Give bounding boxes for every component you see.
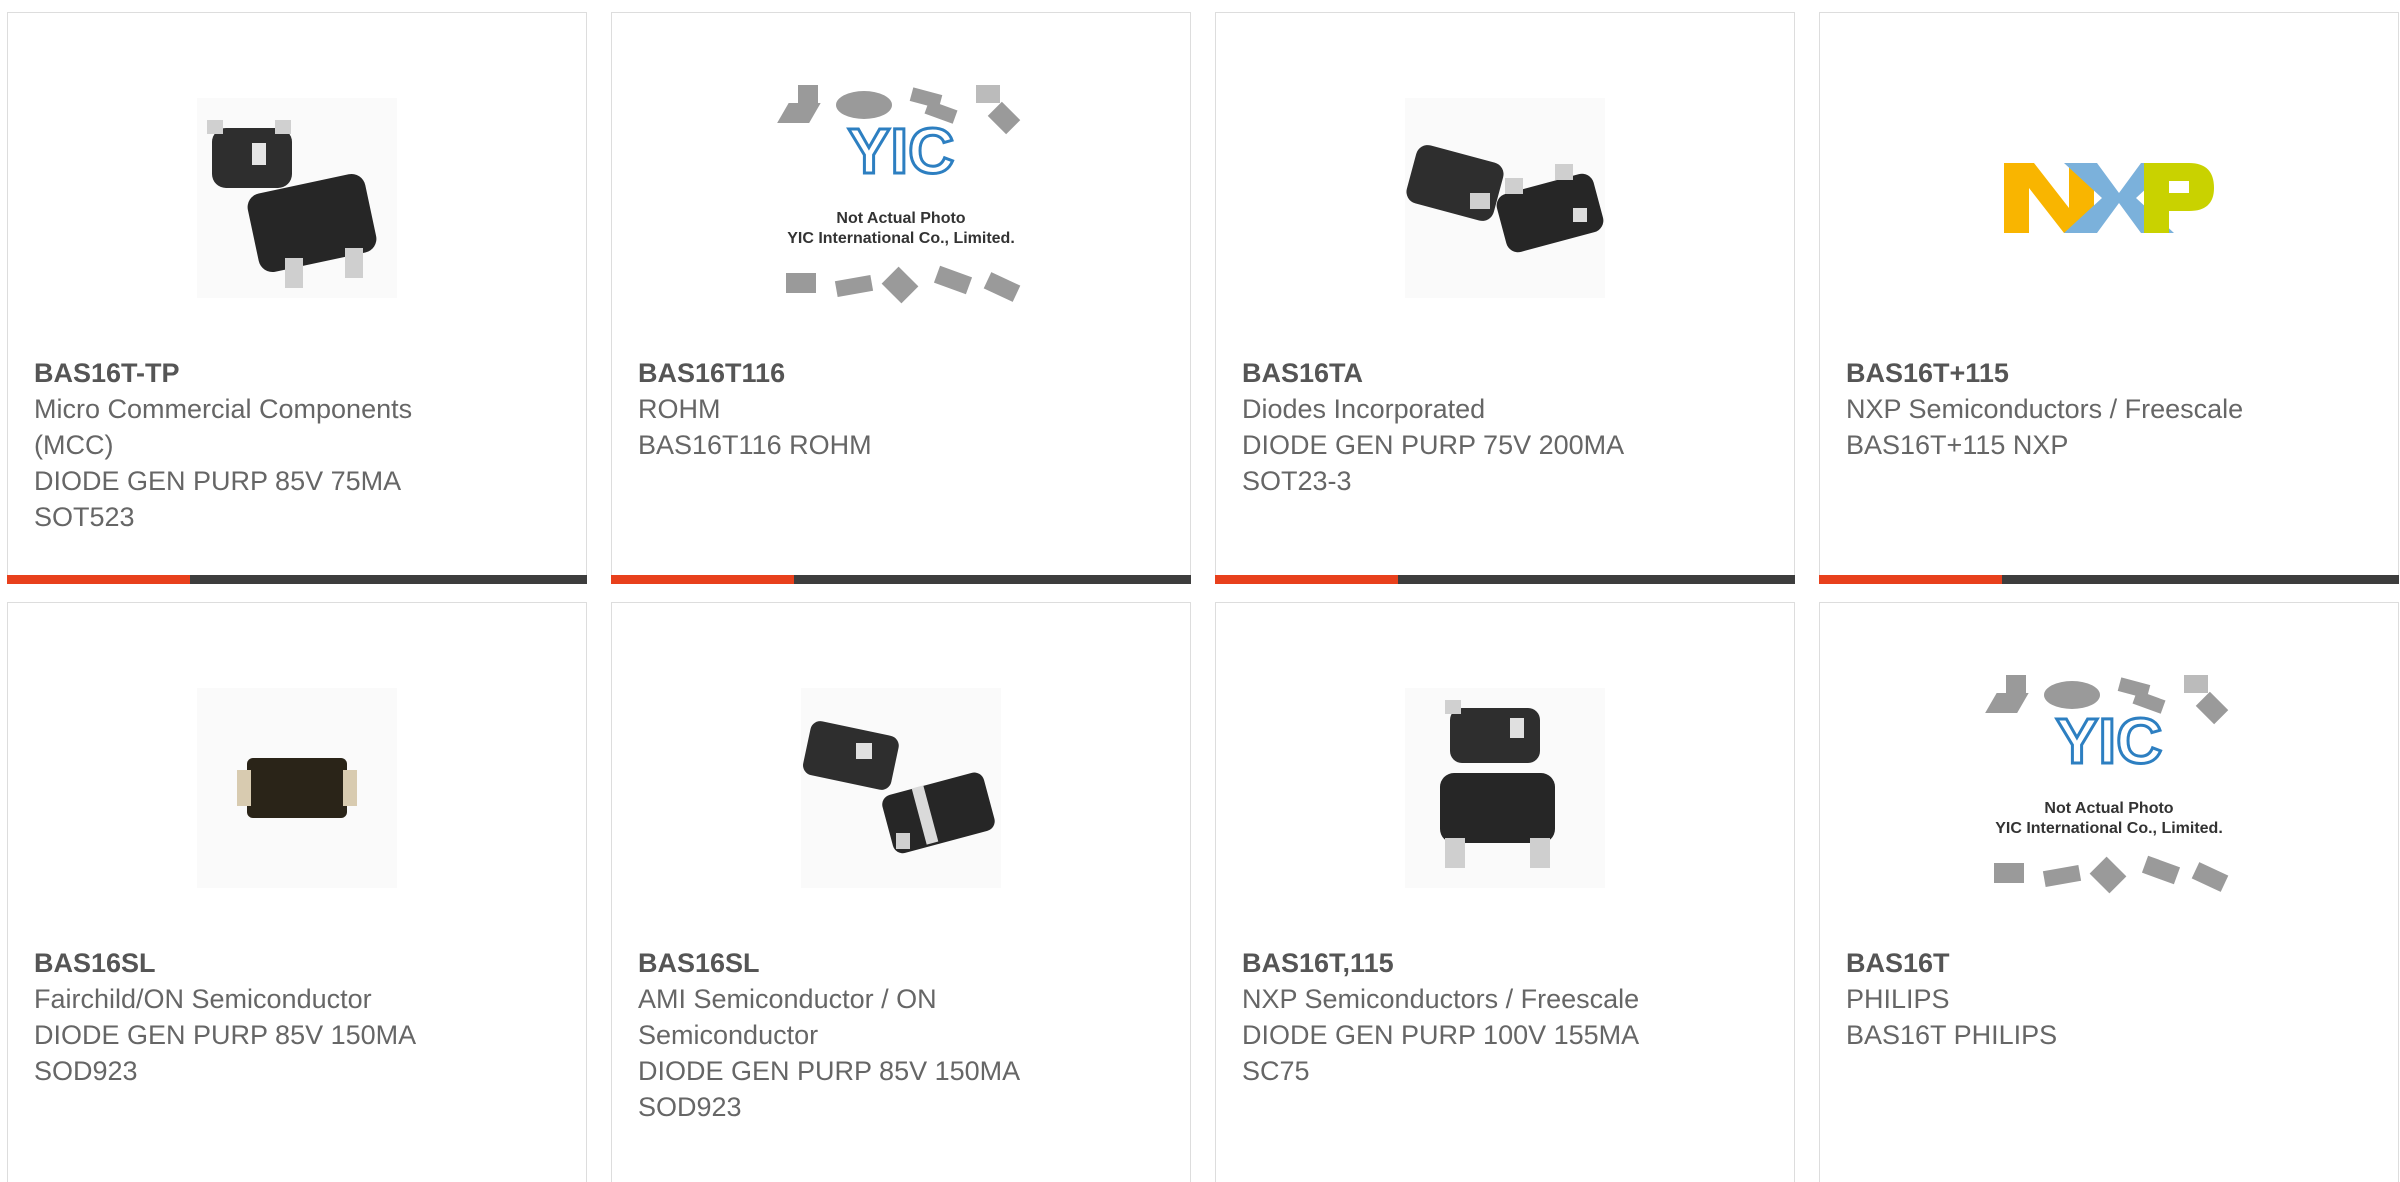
part-number[interactable]: BAS16T-TP: [34, 355, 560, 391]
card-bar: [1819, 575, 2399, 584]
manufacturer: Micro Commercial Components: [34, 394, 413, 424]
manufacturer: Diodes Incorporated: [1242, 394, 1486, 424]
description: DIODE GEN PURP 85V 150MA: [34, 1020, 417, 1050]
product-image[interactable]: [1216, 73, 1794, 323]
product-image[interactable]: [8, 73, 586, 323]
package: SOD923: [34, 1056, 138, 1086]
description: BAS16T PHILIPS: [1846, 1020, 2058, 1050]
part-number[interactable]: BAS16SL: [638, 945, 1164, 981]
manufacturer: PHILIPS: [1846, 984, 1950, 1014]
description: DIODE GEN PURP 75V 200MA: [1242, 430, 1625, 460]
card-bar: [7, 575, 587, 584]
product-card[interactable]: BAS16SL Fairchild/ON Semiconductor DIODE…: [7, 602, 587, 1182]
package: SOT523: [34, 502, 135, 532]
sod923-photo-icon: [197, 688, 397, 888]
product-image[interactable]: [1820, 73, 2398, 323]
product-card[interactable]: YIC Not Actual Photo YIC International C…: [1819, 602, 2399, 1182]
description: DIODE GEN PURP 100V 155MA: [1242, 1020, 1640, 1050]
part-number[interactable]: BAS16T,115: [1242, 945, 1768, 981]
product-card[interactable]: BAS16TA Diodes Incorporated DIODE GEN PU…: [1215, 12, 1795, 584]
product-image[interactable]: [612, 663, 1190, 913]
product-image[interactable]: [8, 663, 586, 913]
package: SC75: [1242, 1056, 1310, 1086]
placeholder-photo-icon: YIC Not Actual Photo YIC International C…: [1985, 675, 2229, 894]
part-number[interactable]: BAS16T: [1846, 945, 2372, 981]
manufacturer: AMI Semiconductor / ON: [638, 984, 937, 1014]
manufacturer-cont: (MCC): [34, 430, 114, 460]
part-number[interactable]: BAS16T116: [638, 355, 1164, 391]
product-card[interactable]: YIC Not Actual Photo YIC International C…: [611, 12, 1191, 584]
svg-text:Not Actual Photo: Not Actual Photo: [836, 210, 965, 227]
card-bar: [611, 575, 1191, 584]
product-card[interactable]: BAS16T+115 NXP Semiconductors / Freescal…: [1819, 12, 2399, 584]
package: SOT23-3: [1242, 466, 1352, 496]
manufacturer: ROHM: [638, 394, 721, 424]
description: BAS16T+115 NXP: [1846, 430, 2069, 460]
nxp-logo-icon: [2004, 163, 2214, 233]
svg-text:YIC: YIC: [848, 115, 955, 187]
svg-text:YIC International Co., Limited: YIC International Co., Limited.: [787, 230, 1015, 247]
product-card[interactable]: BAS16T-TP Micro Commercial Components (M…: [7, 12, 587, 584]
part-number[interactable]: BAS16T+115: [1846, 355, 2372, 391]
product-grid: BAS16T-TP Micro Commercial Components (M…: [0, 0, 2400, 1182]
product-card[interactable]: BAS16T,115 NXP Semiconductors / Freescal…: [1215, 602, 1795, 1182]
package: SOD923: [638, 1092, 742, 1122]
svg-text:Not Actual Photo: Not Actual Photo: [2044, 800, 2173, 817]
sod-photo-icon: [801, 688, 1001, 888]
product-image[interactable]: YIC Not Actual Photo YIC International C…: [612, 73, 1190, 323]
sot523-photo-icon: [197, 98, 397, 298]
svg-text:YIC: YIC: [2056, 705, 2163, 777]
sot23-photo-icon: [1405, 98, 1605, 298]
description: DIODE GEN PURP 85V 150MA: [638, 1056, 1021, 1086]
sc75-photo-icon: [1405, 688, 1605, 888]
part-number[interactable]: BAS16TA: [1242, 355, 1768, 391]
placeholder-photo-icon: YIC Not Actual Photo YIC International C…: [777, 85, 1021, 304]
product-image[interactable]: YIC Not Actual Photo YIC International C…: [1820, 663, 2398, 913]
part-number[interactable]: BAS16SL: [34, 945, 560, 981]
card-bar: [1215, 575, 1795, 584]
product-image[interactable]: [1216, 663, 1794, 913]
product-card[interactable]: BAS16SL AMI Semiconductor / ON Semicondu…: [611, 602, 1191, 1182]
manufacturer: NXP Semiconductors / Freescale: [1242, 984, 1640, 1014]
description: DIODE GEN PURP 85V 75MA: [34, 466, 402, 496]
svg-text:YIC International Co., Limited: YIC International Co., Limited.: [1995, 820, 2223, 837]
description: BAS16T116 ROHM: [638, 430, 872, 460]
manufacturer-cont: Semiconductor: [638, 1020, 819, 1050]
manufacturer: NXP Semiconductors / Freescale: [1846, 394, 2244, 424]
manufacturer: Fairchild/ON Semiconductor: [34, 984, 372, 1014]
